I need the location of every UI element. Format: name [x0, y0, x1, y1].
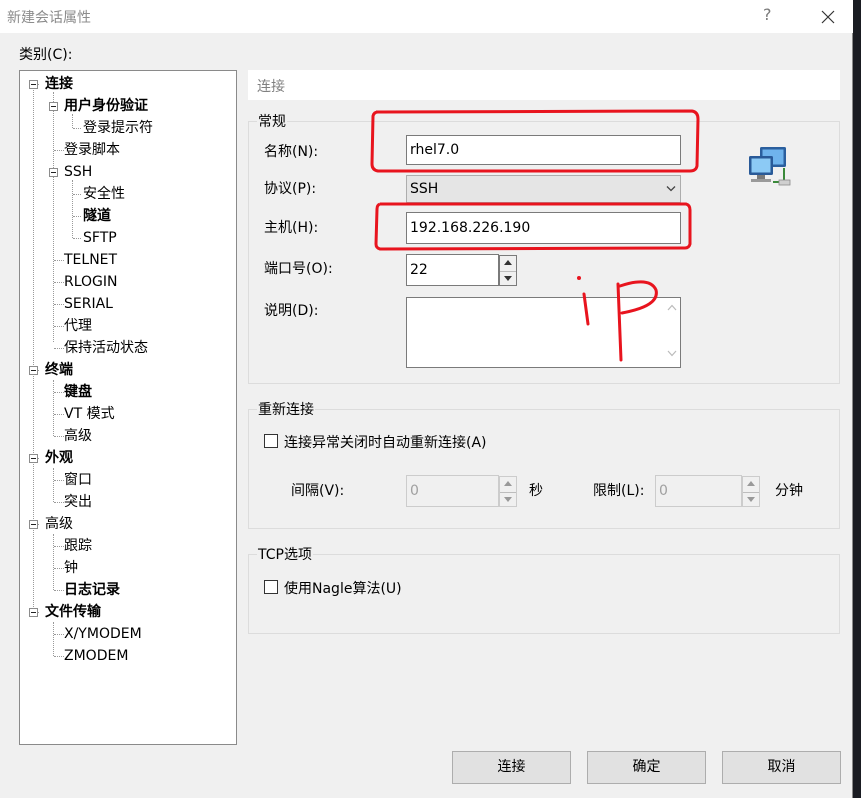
tree-item-telnet[interactable]: TELNET — [64, 251, 117, 269]
arrow-up-icon — [504, 481, 512, 486]
tree-item-file-transfer[interactable]: 文件传输 — [45, 603, 101, 621]
tree-item-appearance[interactable]: 外观 — [45, 449, 73, 467]
help-button[interactable]: ? — [763, 5, 772, 24]
tree-item-tunneling[interactable]: 隧道 — [83, 207, 111, 225]
tree-item-serial[interactable]: SERIAL — [64, 295, 113, 313]
scroll-down-icon[interactable] — [667, 350, 677, 357]
category-label: 类别(C): — [19, 47, 73, 63]
interval-unit: 秒 — [529, 483, 543, 499]
limit-input[interactable]: 0 — [655, 475, 742, 507]
host-input[interactable]: 192.168.226.190 — [406, 212, 681, 244]
collapse-icon[interactable] — [49, 168, 58, 177]
auto-reconnect-label: 连接异常关闭时自动重新连接(A) — [284, 435, 487, 451]
auto-reconnect-checkbox[interactable] — [264, 434, 278, 448]
tree-item-login-prompts[interactable]: 登录提示符 — [83, 119, 153, 137]
arrow-down-icon — [747, 496, 755, 502]
limit-spinner[interactable] — [742, 476, 760, 507]
tree-item-authentication[interactable]: 用户身份验证 — [64, 97, 148, 115]
protocol-value: SSH — [410, 181, 439, 197]
session-properties-dialog: 新建会话属性 ? 类别(C): 连接 用户身份验证 登录提示符 登录脚本 SSH… — [0, 0, 853, 798]
name-label: 名称(N): — [264, 144, 319, 160]
chevron-down-icon — [666, 186, 676, 192]
tree-item-bell[interactable]: 钟 — [64, 559, 78, 577]
section-title: 连接 — [257, 79, 285, 95]
collapse-icon[interactable] — [29, 366, 38, 375]
cancel-button[interactable]: 取消 — [722, 751, 841, 784]
tree-item-xymodem[interactable]: X/YMODEM — [64, 625, 142, 643]
interval-input[interactable]: 0 — [406, 475, 499, 507]
description-textarea[interactable] — [406, 297, 681, 368]
port-spin-down[interactable] — [500, 271, 516, 286]
port-label: 端口号(O): — [264, 261, 333, 277]
port-spin-up[interactable] — [500, 256, 516, 272]
close-button[interactable] — [812, 3, 844, 31]
protocol-select[interactable]: SSH — [406, 175, 681, 203]
nagle-checkbox[interactable] — [264, 580, 278, 594]
interval-spinner[interactable] — [499, 476, 517, 507]
tree-item-highlight[interactable]: 突出 — [64, 493, 92, 511]
reconnect-group-title: 重新连接 — [257, 399, 315, 419]
tree-item-trace[interactable]: 跟踪 — [64, 537, 92, 555]
window-title: 新建会话属性 — [7, 10, 91, 26]
arrow-up-icon — [747, 481, 755, 486]
collapse-icon[interactable] — [29, 80, 38, 89]
tree-item-connection[interactable]: 连接 — [45, 75, 73, 93]
arrow-down-icon — [504, 275, 512, 281]
tree-item-zmodem[interactable]: ZMODEM — [64, 647, 128, 665]
ok-button[interactable]: 确定 — [587, 751, 706, 784]
tree-item-terminal-advanced[interactable]: 高级 — [64, 427, 92, 445]
limit-spin-down[interactable] — [743, 492, 759, 507]
tree-item-security[interactable]: 安全性 — [83, 185, 125, 203]
description-scrollbar[interactable] — [663, 298, 680, 367]
interval-label: 间隔(V): — [291, 483, 345, 499]
protocol-label: 协议(P): — [264, 181, 317, 197]
limit-spin-up[interactable] — [743, 477, 759, 493]
interval-spin-up[interactable] — [500, 477, 516, 493]
tree-item-advanced[interactable]: 高级 — [45, 515, 73, 533]
connect-button[interactable]: 连接 — [452, 751, 571, 784]
tree-item-keep-alive[interactable]: 保持活动状态 — [64, 339, 148, 357]
tcp-options-title: TCP选项 — [257, 544, 313, 564]
description-label: 说明(D): — [264, 303, 319, 319]
host-label: 主机(H): — [264, 220, 319, 236]
limit-label: 限制(L): — [593, 483, 645, 499]
arrow-down-icon — [504, 496, 512, 502]
collapse-icon[interactable] — [29, 608, 38, 617]
tree-item-keyboard[interactable]: 键盘 — [64, 383, 92, 401]
name-input[interactable]: rhel7.0 — [406, 135, 681, 165]
computer-network-icon — [749, 147, 791, 186]
tree-item-login-scripts[interactable]: 登录脚本 — [64, 141, 120, 159]
collapse-icon[interactable] — [29, 454, 38, 463]
tree-item-window[interactable]: 窗口 — [64, 471, 92, 489]
arrow-up-icon — [504, 260, 512, 265]
tree-item-ssh[interactable]: SSH — [64, 163, 92, 181]
tree-item-terminal[interactable]: 终端 — [45, 361, 73, 379]
collapse-icon[interactable] — [49, 102, 58, 111]
port-spinner[interactable] — [499, 255, 517, 286]
tree-item-sftp[interactable]: SFTP — [83, 229, 117, 247]
tree-item-logging[interactable]: 日志记录 — [64, 581, 120, 599]
section-header: 连接 — [248, 70, 840, 100]
tree-item-vt-modes[interactable]: VT 模式 — [64, 405, 115, 423]
scroll-up-icon[interactable] — [667, 304, 677, 311]
title-bar: 新建会话属性 ? — [0, 0, 853, 33]
nagle-label: 使用Nagle算法(U) — [284, 581, 402, 597]
collapse-icon[interactable] — [29, 520, 38, 529]
category-tree[interactable]: 连接 用户身份验证 登录提示符 登录脚本 SSH 安全性 隧道 SFTP TEL… — [19, 70, 237, 745]
tree-item-proxy[interactable]: 代理 — [64, 317, 92, 335]
port-input[interactable]: 22 — [406, 254, 499, 286]
tree-item-rlogin[interactable]: RLOGIN — [64, 273, 118, 291]
general-group-title: 常规 — [257, 111, 287, 131]
interval-spin-down[interactable] — [500, 492, 516, 507]
close-icon — [821, 10, 835, 24]
limit-unit: 分钟 — [775, 483, 803, 499]
reconnect-group: 重新连接 — [248, 399, 840, 529]
